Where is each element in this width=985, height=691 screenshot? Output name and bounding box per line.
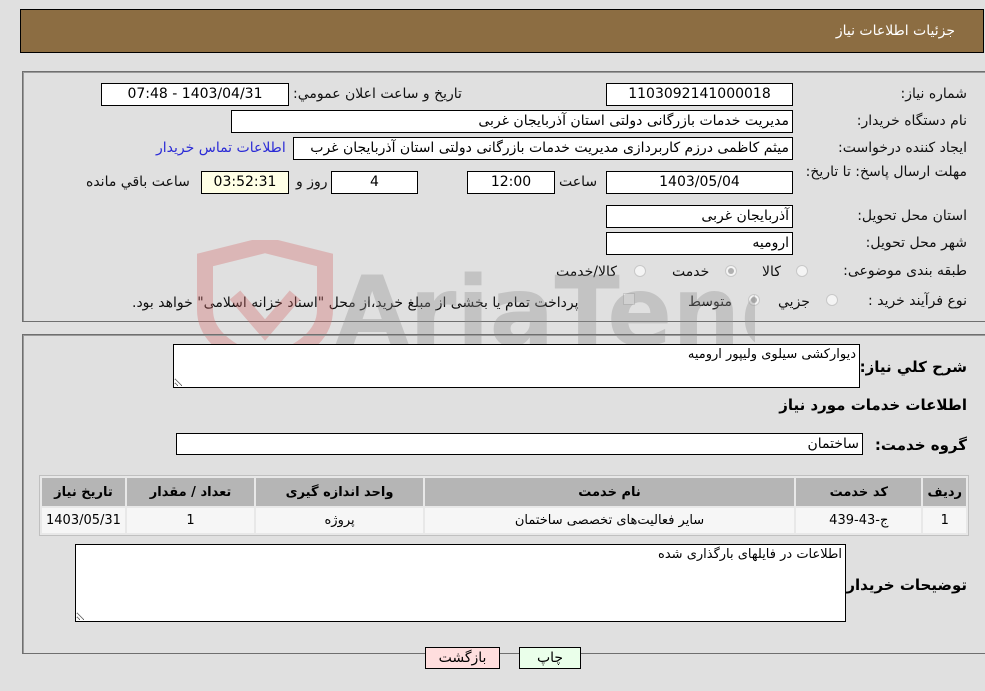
col-quantity: تعداد / مقدار bbox=[126, 478, 255, 506]
process-option-minor: جزیي bbox=[778, 294, 810, 310]
process-radio-medium[interactable] bbox=[748, 294, 760, 306]
summary-textarea[interactable] bbox=[173, 344, 860, 388]
buyer-org-field: مدیریت خدمات بازرگانی دولتی استان آذربای… bbox=[231, 110, 793, 133]
category-option-service: خدمت bbox=[672, 264, 710, 280]
buyer-notes-label: توضیحات خریدار: bbox=[840, 576, 967, 594]
page-title: جزئیات اطلاعات نیاز bbox=[835, 23, 955, 39]
province-label: استان محل تحویل: bbox=[857, 208, 967, 224]
cell-service-name: سایر فعالیت‌های تخصصی ساختمان bbox=[424, 508, 795, 533]
creator-label: ایجاد کننده درخواست: bbox=[838, 140, 967, 156]
details-panel bbox=[22, 71, 985, 322]
services-table: ردیف کد خدمت نام خدمت واحد اندازه گیری ت… bbox=[39, 475, 969, 536]
deadline-date-field: 1403/05/04 bbox=[606, 171, 793, 194]
city-field: ارومیه bbox=[606, 232, 793, 255]
remaining-time-field: 03:52:31 bbox=[201, 171, 289, 194]
deadline-label: مهلت ارسال پاسخ: تا تاریخ: bbox=[805, 164, 967, 180]
need-number-field: 1103092141000018 bbox=[606, 83, 793, 106]
process-option-medium: متوسط bbox=[688, 294, 732, 310]
col-row-number: ردیف bbox=[923, 478, 966, 506]
creator-field: میثم کاظمی درزم کاربردازی مدیریت خدمات ب… bbox=[293, 137, 793, 160]
province-field: آذربایجان غربی bbox=[606, 205, 793, 228]
col-service-name: نام خدمت bbox=[424, 478, 795, 506]
services-section-title: اطلاعات خدمات مورد نیاز bbox=[779, 396, 967, 414]
buyer-notes-textarea[interactable] bbox=[75, 544, 846, 622]
service-group-label: گروه خدمت: bbox=[874, 436, 967, 454]
page-header: جزئیات اطلاعات نیاز bbox=[20, 9, 984, 53]
need-number-label: شماره نیاز: bbox=[900, 86, 968, 102]
table-header-row: ردیف کد خدمت نام خدمت واحد اندازه گیری ت… bbox=[42, 478, 966, 506]
treasury-note: پرداخت تمام یا بخشی از مبلغ خرید،از محل … bbox=[132, 295, 579, 311]
category-radio-goods[interactable] bbox=[796, 265, 808, 277]
table-row: 1 ج-43-439 سایر فعالیت‌های تخصصی ساختمان… bbox=[42, 508, 966, 533]
category-option-goods: کالا bbox=[762, 264, 781, 280]
print-button[interactable]: چاپ bbox=[519, 647, 581, 669]
col-service-code: کد خدمت bbox=[796, 478, 922, 506]
cell-service-code: ج-43-439 bbox=[796, 508, 922, 533]
buyer-contact-link[interactable]: اطلاعات تماس خریدار bbox=[156, 140, 286, 156]
cell-unit: پروژه bbox=[256, 508, 423, 533]
summary-label: شرح کلي نياز: bbox=[859, 358, 967, 376]
service-group-field: ساختمان bbox=[176, 433, 863, 455]
process-radio-minor[interactable] bbox=[826, 294, 838, 306]
days-label: روز و bbox=[296, 174, 328, 190]
col-need-date: تاریخ نیاز bbox=[42, 478, 125, 506]
back-button[interactable]: بازگشت bbox=[425, 647, 500, 669]
remaining-label: ساعت باقي مانده bbox=[86, 174, 190, 190]
category-radio-goods-service[interactable] bbox=[634, 265, 646, 277]
category-radio-service[interactable] bbox=[725, 265, 737, 277]
days-remaining-field: 4 bbox=[331, 171, 418, 194]
city-label: شهر محل تحویل: bbox=[865, 235, 967, 251]
cell-quantity: 1 bbox=[126, 508, 255, 533]
treasury-checkbox[interactable] bbox=[623, 293, 635, 305]
cell-need-date: 1403/05/31 bbox=[42, 508, 125, 533]
announce-label: تاريخ و ساعت اعلان عمومي: bbox=[293, 86, 462, 102]
buyer-org-label: نام دستگاه خریدار: bbox=[856, 113, 967, 129]
deadline-time-label: ساعت bbox=[559, 174, 598, 190]
category-label: طبقه بندی موضوعی: bbox=[843, 263, 967, 279]
deadline-time-field: 12:00 bbox=[467, 171, 555, 194]
col-unit: واحد اندازه گیری bbox=[256, 478, 423, 506]
category-option-goods-service: کالا/خدمت bbox=[556, 264, 617, 280]
process-label: نوع فرآیند خرید : bbox=[868, 293, 967, 309]
announce-datetime-field: 1403/04/31 - 07:48 bbox=[101, 83, 289, 106]
cell-row-number: 1 bbox=[923, 508, 966, 533]
